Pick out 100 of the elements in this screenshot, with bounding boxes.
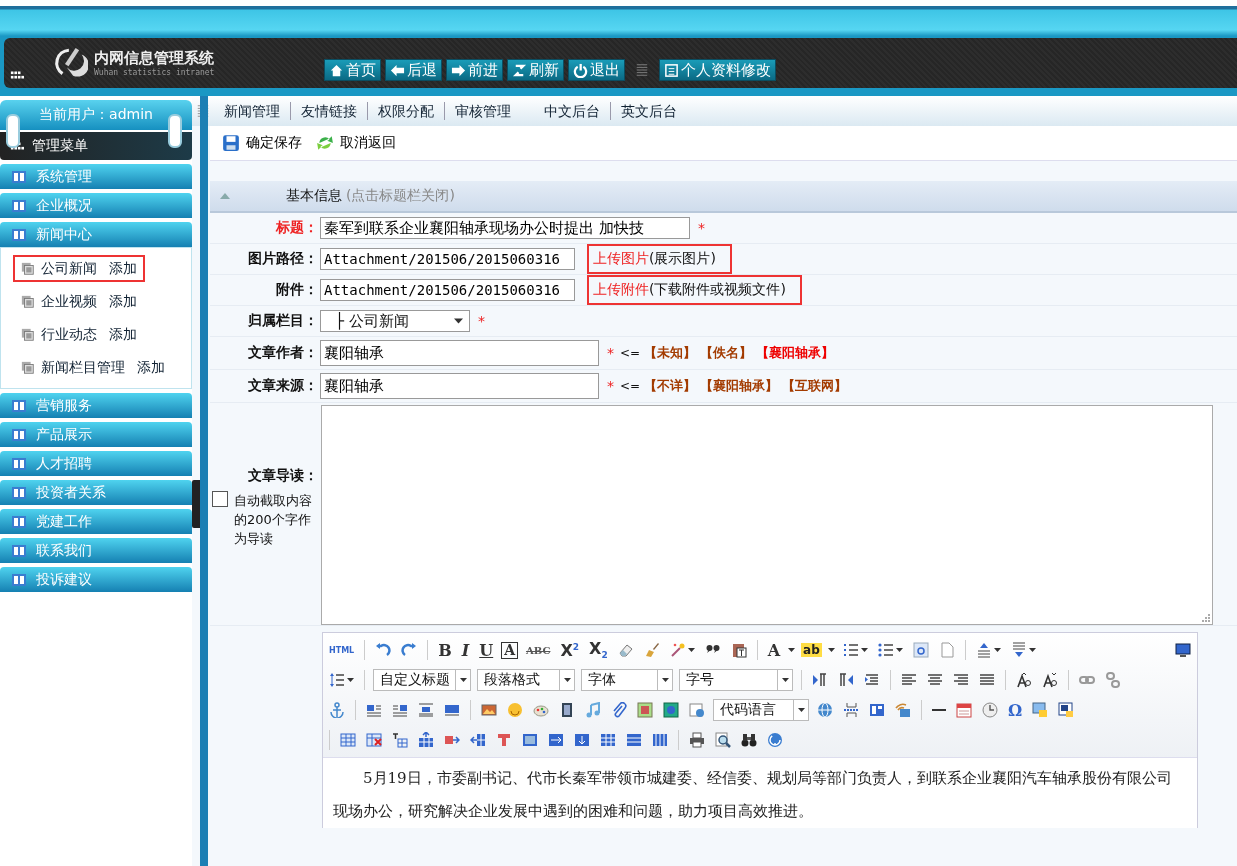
caret-icon: [895, 648, 903, 652]
top-nav-link[interactable]: 友情链接: [291, 102, 368, 120]
panel-icon: [10, 426, 28, 443]
format-select[interactable]: 代码语言: [713, 699, 809, 721]
panel-icon: [10, 397, 28, 414]
page-icon: [21, 327, 35, 342]
format-button[interactable]: A: [501, 641, 519, 659]
caret-icon: [661, 678, 669, 682]
paste-icon: [730, 642, 747, 658]
format-select[interactable]: 自定义标题: [373, 669, 471, 691]
checkbox[interactable]: [212, 491, 228, 507]
linedown-icon: [1010, 642, 1027, 658]
format-button[interactable]: A: [765, 640, 783, 660]
top-nav-link[interactable]: 英文后台: [611, 102, 688, 120]
format-button[interactable]: Ω: [1006, 700, 1025, 720]
word-icon: [1058, 702, 1075, 718]
field-label: 归属栏目：: [247, 312, 319, 330]
format-button[interactable]: ab: [801, 643, 822, 657]
option-link[interactable]: 【互联网】: [782, 377, 848, 395]
submenu-item[interactable]: 新闻栏目管理 添加: [13, 354, 173, 381]
preview-icon: [715, 732, 731, 748]
format-button[interactable]: U: [477, 640, 496, 660]
title-field[interactable]: 秦军到联系企业襄阳轴承现场办公时提出 加快技: [320, 217, 690, 239]
format-button[interactable]: HTML: [327, 645, 357, 655]
table-icon: [340, 732, 356, 748]
nav-button[interactable]: 后退: [385, 59, 442, 81]
indent-icon: [864, 672, 880, 688]
toolbar-button[interactable]: [1173, 640, 1193, 660]
caret-icon: [827, 648, 835, 652]
caret-icon: [459, 678, 467, 682]
option-link[interactable]: 【襄阳轴承】: [700, 377, 779, 395]
option-link[interactable]: 【佚名】: [700, 344, 753, 362]
calendar-icon: [956, 702, 972, 718]
emoji-icon: [507, 702, 523, 718]
add-link[interactable]: 添加: [137, 358, 165, 377]
format-select[interactable]: 段落格式: [477, 669, 575, 691]
path-field[interactable]: Attachment/201506/2015060316: [320, 248, 575, 270]
globe-icon: [817, 702, 833, 718]
ol-icon: [842, 642, 859, 658]
field-label: 标题：: [275, 219, 319, 237]
resize-grip-icon: [1202, 614, 1210, 622]
upload-link[interactable]: 上传图片: [593, 250, 649, 268]
caret-icon: [454, 318, 463, 324]
text-field[interactable]: 襄阳轴承: [320, 373, 599, 399]
submenu-link[interactable]: 新闻栏目管理: [41, 358, 125, 377]
add-link[interactable]: 添加: [109, 325, 137, 344]
save-button[interactable]: 确定保存: [222, 134, 302, 152]
toolbar-button[interactable]: [687, 730, 707, 750]
submenu-item[interactable]: 行业动态 添加: [13, 321, 145, 348]
option-link[interactable]: 【不详】: [644, 377, 697, 395]
upload-link[interactable]: 上传附件: [593, 281, 649, 299]
toolbar-button[interactable]: [713, 730, 733, 750]
format-button[interactable]: X$^{2}$: [558, 640, 582, 660]
format-button[interactable]: ABC: [524, 644, 553, 656]
top-nav-link[interactable]: 中文后台: [534, 102, 611, 120]
format-button[interactable]: I: [459, 640, 472, 660]
app-subtitle: Wuhan statistics intranet: [94, 68, 215, 77]
caret-icon: [781, 678, 789, 682]
path-field[interactable]: Attachment/201506/2015060316: [320, 279, 575, 301]
submenu-link[interactable]: 行业动态: [41, 325, 97, 344]
music-icon: [585, 702, 601, 718]
add-link[interactable]: 添加: [109, 259, 137, 278]
required-mark: *: [607, 345, 614, 361]
option-link[interactable]: 【未知】: [644, 344, 697, 362]
top-nav-link[interactable]: 权限分配: [368, 102, 445, 120]
power-icon: [573, 62, 588, 78]
toolbar-button[interactable]: [930, 707, 948, 713]
caret-icon: [797, 708, 805, 712]
top-nav-link[interactable]: 审核管理: [445, 102, 522, 120]
format-select[interactable]: 字体: [581, 669, 673, 691]
format-select[interactable]: 字号: [679, 669, 793, 691]
nav-button[interactable]: 刷新: [507, 59, 564, 81]
nav-button[interactable]: 前进: [446, 59, 503, 81]
format-button[interactable]: B: [436, 640, 454, 660]
text-field[interactable]: 襄阳轴承: [320, 340, 599, 366]
format-button[interactable]: X$_{2}$: [587, 639, 610, 661]
unlink-icon: [1105, 672, 1121, 688]
top-nav-link[interactable]: 新闻管理: [214, 102, 291, 120]
option-link[interactable]: 【襄阳轴承】: [756, 344, 835, 362]
clock-icon: [982, 702, 998, 718]
submenu-link[interactable]: 公司新闻: [41, 259, 97, 278]
submenu-link[interactable]: 企业视频: [41, 292, 97, 311]
nav-button[interactable]: 退出: [568, 59, 625, 81]
panel-icon: [10, 168, 28, 185]
section-header[interactable]: 基本信息 (点击标题栏关闭): [210, 181, 1237, 213]
add-link[interactable]: 添加: [109, 292, 137, 311]
doc-icon: [938, 642, 955, 658]
cancel-button[interactable]: 取消返回: [316, 134, 396, 152]
panel-icon: [10, 197, 28, 214]
section-title: 基本信息: [286, 187, 342, 205]
required-mark: *: [478, 313, 485, 329]
submenu-item[interactable]: 企业视频 添加: [13, 288, 145, 315]
submenu-item[interactable]: 公司新闻 添加: [13, 255, 145, 282]
ul-icon: [877, 642, 894, 658]
nav-button[interactable]: 个人资料修改: [659, 59, 776, 81]
collapse-handle[interactable]: [192, 480, 200, 528]
menu-title: 管理菜单: [32, 137, 88, 155]
category-select[interactable]: ├ 公司新闻: [320, 310, 470, 332]
panel-icon: [10, 571, 28, 588]
nav-button[interactable]: 首页: [324, 59, 381, 81]
